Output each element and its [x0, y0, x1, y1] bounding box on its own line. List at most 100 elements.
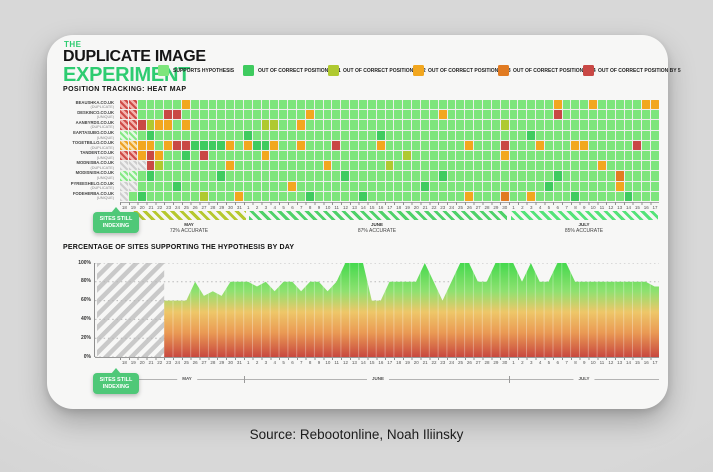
heatmap-cell	[501, 100, 509, 109]
heatmap-cell	[359, 120, 367, 129]
heatmap-cell	[324, 141, 332, 150]
heatmap-cell	[262, 171, 270, 180]
heatmap-cell	[403, 120, 411, 129]
axis-tick-label: 28	[208, 205, 217, 210]
heatmap-row-label: MODISNISH.CO.UK(UNIQUE)	[49, 171, 117, 181]
axis-tick-label: 31	[235, 205, 244, 210]
heatmap-cell	[439, 100, 447, 109]
heatmap-cell	[279, 100, 287, 109]
heatmap-cell	[253, 182, 261, 191]
axis-tick-label: 4	[270, 360, 279, 365]
heatmap-cell	[120, 131, 128, 140]
heatmap-cell	[164, 131, 172, 140]
axis-tick-label: 4	[270, 205, 279, 210]
heatmap-cell	[563, 110, 571, 119]
heatmap-cell	[518, 192, 526, 201]
y-axis-label: 40%	[67, 316, 91, 323]
heatmap-cell	[483, 161, 491, 170]
heatmap-cell	[616, 110, 624, 119]
axis-tick-label: 19	[403, 360, 412, 365]
heatmap-cell	[465, 131, 473, 140]
legend-swatch-icon	[583, 65, 594, 76]
axis-tick-label: 3	[262, 360, 271, 365]
axis-tick-label: 8	[306, 360, 315, 365]
heatmap-cell	[279, 171, 287, 180]
heatmap-cell	[598, 110, 606, 119]
heatmap-row-label: DESKINCO.CO.UK(UNIQUE)	[49, 110, 117, 120]
heatmap-cell	[448, 110, 456, 119]
heatmap-cell	[518, 120, 526, 129]
heatmap-cell	[633, 100, 641, 109]
heatmap-cell	[563, 131, 571, 140]
heatmap-cell	[554, 171, 562, 180]
heatmap-cell	[341, 131, 349, 140]
heatmap-cell	[527, 120, 535, 129]
month-label-july: JULY 85% ACCURATE	[529, 222, 639, 234]
axis-tick-label: 29	[217, 360, 226, 365]
heatmap-cell	[341, 182, 349, 191]
heatmap-cell	[368, 141, 376, 150]
heatmap-cell	[270, 100, 278, 109]
heatmap-cell	[501, 171, 509, 180]
heatmap-cell	[164, 120, 172, 129]
heatmap-cell	[350, 110, 358, 119]
heatmap-cell	[324, 110, 332, 119]
heatmap-cell	[386, 100, 394, 109]
heatmap-cell	[253, 110, 261, 119]
month-accuracy: 87% ACCURATE	[322, 228, 432, 234]
heatmap-cell	[191, 161, 199, 170]
axis-tick-label: 13	[350, 205, 359, 210]
heatmap-cell	[492, 100, 500, 109]
heatmap-cell	[235, 182, 243, 191]
heatmap-cell	[120, 100, 128, 109]
heatmap-cell	[492, 131, 500, 140]
heatmap-cell	[129, 141, 137, 150]
heatmap-cell	[527, 110, 535, 119]
heatmap-cell	[120, 182, 128, 191]
heatmap-cell	[633, 110, 641, 119]
axis-tick-label: 26	[465, 205, 474, 210]
heatmap-cell	[368, 120, 376, 129]
heatmap-cell	[279, 192, 287, 201]
heatmap-cell	[571, 161, 579, 170]
axis-tick-label: 25	[456, 205, 465, 210]
axis-tick-label: 2	[253, 205, 262, 210]
badge-line-1: SITES STILL	[95, 377, 137, 384]
heatmap-cell	[386, 182, 394, 191]
heatmap-cell	[217, 141, 225, 150]
heatmap-cell	[217, 192, 225, 201]
heatmap-cell	[138, 171, 146, 180]
heatmap-cell	[332, 192, 340, 201]
axis-tick-label: 17	[651, 360, 660, 365]
pending-hatch	[97, 263, 164, 357]
axis-tick-label: 6	[288, 360, 297, 365]
heatmap-cell	[642, 100, 650, 109]
axis-tick-label: 2	[518, 360, 527, 365]
heatmap-cell	[465, 151, 473, 160]
heatmap-cell	[164, 110, 172, 119]
heatmap-cell	[625, 171, 633, 180]
heatmap-cell	[368, 100, 376, 109]
heatmap-cell	[580, 141, 588, 150]
axis-tick-label: 21	[147, 205, 156, 210]
heatmap-cell	[270, 120, 278, 129]
heatmap-row-label: BEAUSHKA.CO.UK(DUPLICATE)	[49, 100, 117, 110]
heatmap-cell	[288, 120, 296, 129]
heatmap-cell	[270, 110, 278, 119]
heatmap-cell	[510, 151, 518, 160]
heatmap-cell	[492, 120, 500, 129]
heatmap-cell	[279, 131, 287, 140]
month-bar-july	[511, 211, 658, 220]
heatmap-cell	[120, 151, 128, 160]
heatmap-cell	[200, 141, 208, 150]
heatmap-cell	[448, 131, 456, 140]
heatmap-cell	[217, 161, 225, 170]
heatmap-cell	[456, 131, 464, 140]
chart-month-may: MAY	[177, 376, 197, 381]
heatmap-cell	[642, 161, 650, 170]
axis-tick-label: 7	[562, 360, 571, 365]
heatmap-cell	[200, 161, 208, 170]
heatmap-cell	[377, 192, 385, 201]
axis-tick-label: 6	[553, 205, 562, 210]
axis-tick-label: 3	[262, 205, 271, 210]
